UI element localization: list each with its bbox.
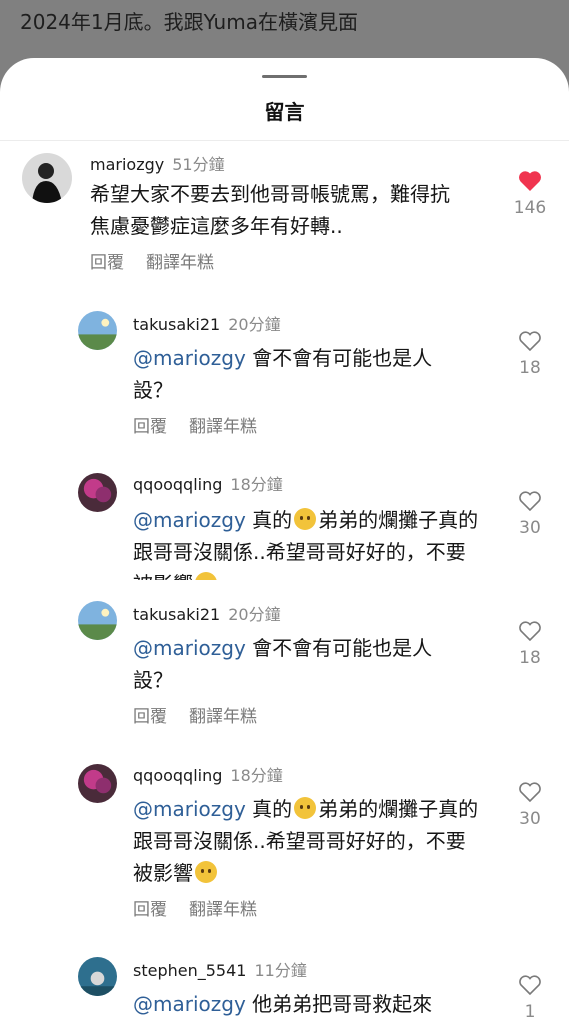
timestamp: 11分鐘	[254, 961, 307, 980]
avatar[interactable]	[78, 957, 117, 996]
comment-item: stephen_5541 11分鐘 @mariozgy 他弟弟把哥哥救起來 1	[0, 954, 569, 1024]
comment-item: qqooqqling 18分鐘 @mariozgy 真的 弟弟的爛攤子真的跟哥哥沒關…	[0, 759, 569, 920]
mention-link[interactable]: @mariozgy	[133, 992, 246, 1016]
username[interactable]: mariozgy	[90, 155, 164, 174]
like-count: 18	[519, 648, 541, 668]
like-button[interactable]: 18	[508, 330, 552, 378]
heart-outline-icon	[519, 782, 541, 803]
like-count: 30	[519, 809, 541, 829]
sheet-title: 留言	[264, 100, 305, 124]
smile-tear-emoji-icon	[195, 572, 217, 580]
like-button[interactable]: 146	[508, 170, 552, 218]
heart-filled-icon	[519, 171, 541, 191]
timestamp: 20分鐘	[228, 605, 281, 624]
mention-link[interactable]: @mariozgy	[133, 346, 246, 370]
comment-item: mariozgy 51分鐘 希望大家不要去到他哥哥帳號罵，難得抗焦慮憂鬱症這麼多年…	[0, 148, 569, 278]
smile-tear-emoji-icon	[195, 861, 217, 883]
teary-emoji-icon	[294, 508, 317, 530]
mention-link[interactable]: @mariozgy	[133, 797, 246, 821]
translate-button[interactable]: 翻譯年糕	[189, 707, 257, 727]
heart-outline-icon	[519, 621, 541, 642]
translate-button[interactable]: 翻譯年糕	[146, 253, 214, 273]
avatar[interactable]	[78, 311, 117, 350]
translate-button[interactable]: 翻譯年糕	[189, 900, 257, 920]
avatar[interactable]	[78, 764, 117, 803]
avatar[interactable]	[22, 153, 72, 203]
translate-button[interactable]: 翻譯年糕	[189, 417, 257, 437]
comment-text: 希望大家不要去到他哥哥帳號罵，難得抗焦慮憂鬱症這麼多年有好轉..	[90, 182, 450, 238]
like-count: 30	[519, 518, 541, 538]
heart-outline-icon	[519, 331, 541, 352]
avatar[interactable]	[78, 473, 117, 512]
drag-handle[interactable]	[262, 75, 307, 78]
avatar[interactable]	[78, 601, 117, 640]
username[interactable]: qqooqqling	[133, 766, 222, 785]
comment-item: takusaki21 20分鐘 @mariozgy 會不會有可能也是人設？ 回覆 翻…	[0, 598, 569, 728]
mention-link[interactable]: @mariozgy	[133, 636, 246, 660]
timestamp: 18分鐘	[230, 475, 283, 494]
like-button[interactable]: 30	[508, 490, 552, 538]
reply-button[interactable]: 回覆	[133, 900, 167, 920]
comment-text: @mariozgy 他弟弟把哥哥救起來	[133, 992, 433, 1016]
divider	[0, 140, 569, 141]
teary-emoji-icon	[294, 797, 317, 819]
like-button[interactable]: 1	[508, 974, 552, 1022]
backdrop-caption: 2024年1月底。我跟Yuma在橫濱見面	[20, 10, 358, 34]
like-count: 146	[513, 198, 547, 218]
timestamp: 20分鐘	[228, 315, 281, 334]
like-button[interactable]: 30	[508, 781, 552, 829]
comment-text: @mariozgy 會不會有可能也是人設？	[133, 346, 433, 402]
reply-button[interactable]: 回覆	[133, 707, 167, 727]
like-count: 1	[524, 1002, 536, 1022]
username[interactable]: takusaki21	[133, 605, 220, 624]
comment-text: @mariozgy 真的弟弟的爛攤子真的跟哥哥沒關係..希望哥哥好好的，不要被影…	[133, 504, 483, 580]
username[interactable]: qqooqqling	[133, 475, 222, 494]
timestamp: 18分鐘	[230, 766, 283, 785]
comment-item: qqooqqling 18分鐘 @mariozgy 真的 弟弟的爛攤子真的跟哥哥沒關…	[0, 468, 569, 580]
timestamp: 51分鐘	[172, 155, 225, 174]
comment-item: takusaki21 20分鐘 @mariozgy 會不會有可能也是人設？ 回覆 翻…	[0, 308, 569, 438]
reply-button[interactable]: 回覆	[90, 253, 124, 273]
username[interactable]: takusaki21	[133, 315, 220, 334]
like-button[interactable]: 18	[508, 620, 552, 668]
reply-button[interactable]: 回覆	[133, 417, 167, 437]
like-count: 18	[519, 358, 541, 378]
heart-outline-icon	[519, 975, 541, 996]
username[interactable]: stephen_5541	[133, 961, 246, 980]
comments-sheet: 留言 mariozgy 51分鐘 希望大家不要去到他哥哥帳號罵，難得抗焦慮憂鬱症這…	[0, 58, 569, 1024]
comment-text: @mariozgy 會不會有可能也是人設？	[133, 636, 433, 692]
mention-link[interactable]: @mariozgy	[133, 508, 246, 532]
comment-text: @mariozgy 真的弟弟的爛攤子真的跟哥哥沒關係..希望哥哥好好的，不要被影…	[133, 797, 479, 885]
heart-outline-icon	[519, 491, 541, 512]
